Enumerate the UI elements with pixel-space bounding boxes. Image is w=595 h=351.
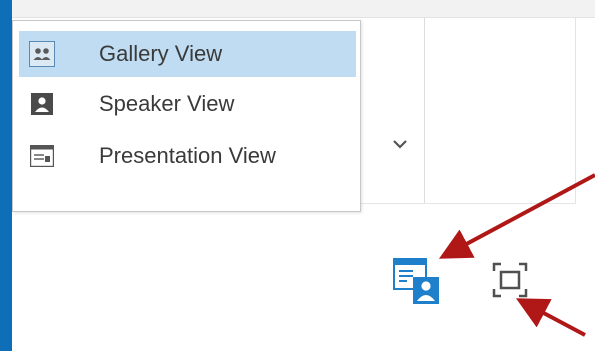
side-panel <box>425 18 575 203</box>
view-menu: Gallery View Speaker View Presentation V… <box>12 20 361 212</box>
menu-item-label: Presentation View <box>99 143 276 168</box>
presenter-view-icon[interactable] <box>393 258 441 306</box>
chevron-down-icon[interactable] <box>384 128 416 160</box>
gallery-view-icon <box>29 41 55 67</box>
panel-divider <box>424 18 425 203</box>
menu-item-gallery-view[interactable]: Gallery View <box>19 31 356 77</box>
menu-item-speaker-view[interactable]: Speaker View <box>19 81 356 127</box>
presentation-view-icon <box>29 143 55 169</box>
speaker-view-icon <box>29 91 55 117</box>
panel-edge <box>575 18 576 203</box>
menu-item-presentation-view[interactable]: Presentation View <box>19 133 356 179</box>
full-screen-icon[interactable] <box>492 262 528 298</box>
menu-item-label: Speaker View <box>99 91 235 116</box>
annotation-arrow-fullscreen <box>515 298 586 337</box>
top-strip <box>12 0 595 18</box>
window-left-border <box>0 0 12 351</box>
menu-item-label: Gallery View <box>99 41 223 66</box>
